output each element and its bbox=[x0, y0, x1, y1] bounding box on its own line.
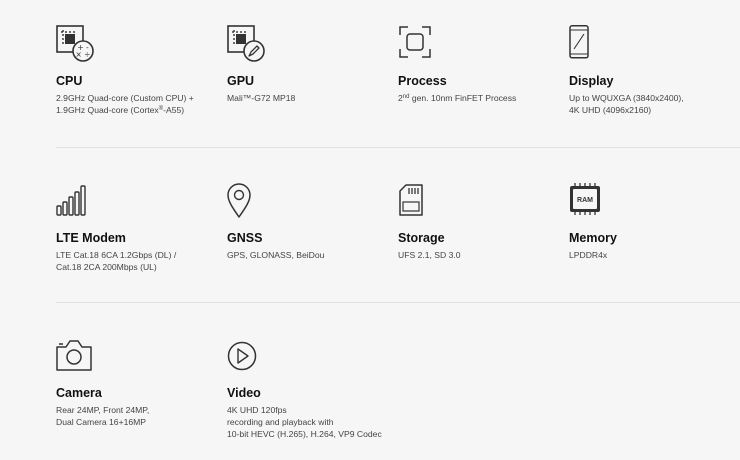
spec-title: Camera bbox=[56, 386, 102, 400]
spec-title: CPU bbox=[56, 74, 83, 88]
location-pin-icon bbox=[227, 182, 267, 222]
phone-display-icon bbox=[569, 25, 609, 65]
spec-title: GPU bbox=[227, 74, 255, 88]
spec-description: Mali™-G72 MP18 bbox=[227, 93, 296, 103]
row-divider bbox=[56, 147, 740, 148]
spec-description: LTE Cat.18 6CA 1.2Gbps (DL) / Cat.18 2CA… bbox=[56, 250, 177, 272]
spec-description: 4K UHD 120fps recording and playback wit… bbox=[227, 405, 382, 439]
process-die-icon bbox=[398, 25, 438, 65]
sd-card-icon bbox=[398, 182, 438, 222]
spec-description: 2.9GHz Quad-core (Custom CPU) + 1.9GHz Q… bbox=[56, 93, 194, 115]
spec-description: Rear 24MP, Front 24MP, Dual Camera 16+16… bbox=[56, 405, 150, 427]
cpu-chip-icon: + - × ÷ bbox=[56, 25, 96, 65]
svg-text:RAM: RAM bbox=[577, 197, 593, 204]
spec-title: LTE Modem bbox=[56, 231, 126, 245]
spec-description: 2nd gen. 10nm FinFET Process bbox=[398, 93, 517, 103]
play-circle-icon bbox=[227, 337, 267, 377]
spec-description: LPDDR4x bbox=[569, 250, 608, 260]
svg-text:× ÷: × ÷ bbox=[76, 50, 91, 59]
spec-title: Display bbox=[569, 74, 614, 88]
gpu-chip-icon bbox=[227, 25, 267, 65]
spec-title: Process bbox=[398, 74, 447, 88]
spec-description: GPS, GLONASS, BeiDou bbox=[227, 250, 325, 260]
signal-bars-icon bbox=[56, 182, 96, 222]
camera-icon bbox=[56, 337, 96, 377]
spec-title: Memory bbox=[569, 231, 617, 245]
ram-chip-icon: RAM bbox=[569, 182, 609, 222]
spec-title: Video bbox=[227, 386, 261, 400]
spec-description: UFS 2.1, SD 3.0 bbox=[398, 250, 461, 260]
spec-title: GNSS bbox=[227, 231, 263, 245]
spec-title: Storage bbox=[398, 231, 445, 245]
row-divider bbox=[56, 302, 740, 303]
spec-description: Up to WQUXGA (3840x2400), 4K UHD (4096x2… bbox=[569, 93, 684, 115]
